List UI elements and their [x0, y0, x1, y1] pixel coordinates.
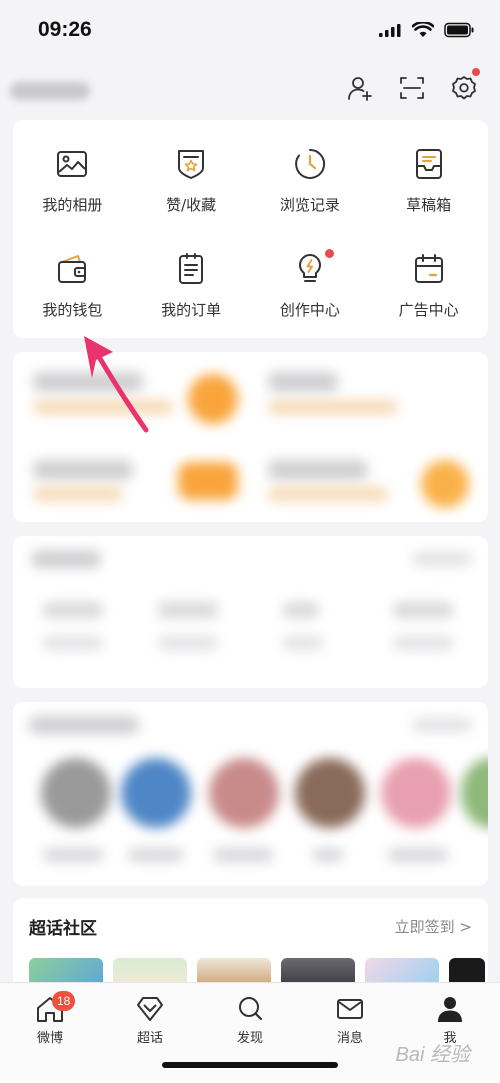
- grid-item-wallet[interactable]: 我的钱包: [13, 227, 132, 332]
- username-blurred: [10, 82, 90, 100]
- creator-icon: [298, 254, 321, 282]
- settings-button[interactable]: [450, 68, 480, 102]
- blurred-card-3: [13, 702, 488, 886]
- orders-icon: [179, 253, 204, 284]
- creator-notification-dot: [324, 249, 334, 258]
- signal-icon: [379, 24, 401, 37]
- tab-discover[interactable]: 发现: [220, 995, 280, 1046]
- settings-notification-dot: [472, 68, 480, 76]
- grid-item-label: 浏览记录: [279, 196, 340, 214]
- grid-item-label: 我的相册: [42, 196, 103, 214]
- photo-icon: [57, 151, 88, 177]
- mail-icon: [337, 999, 363, 1019]
- check-in-link[interactable]: 立即签到 >: [395, 916, 472, 937]
- tab-label: 发现: [236, 1031, 263, 1046]
- add-user-icon: [348, 77, 372, 101]
- profile-icon: [438, 997, 462, 1022]
- scan-icon: [400, 77, 424, 99]
- wallet-icon: [58, 255, 87, 283]
- diamond-icon: [137, 997, 163, 1021]
- ad-center-icon: [414, 254, 443, 283]
- status-time: 09:26: [38, 18, 92, 41]
- grid-item-album[interactable]: 我的相册: [13, 122, 132, 227]
- tab-weibo[interactable]: 18 微博: [20, 991, 80, 1046]
- watermark: Bai 经验: [395, 1044, 470, 1066]
- blurred-card-1: [13, 352, 488, 522]
- history-icon: [295, 148, 325, 179]
- topic-community-title: 超话社区: [29, 919, 97, 939]
- topic-community-card: 超话社区 立即签到 >: [13, 898, 488, 988]
- grid-item-creator[interactable]: 创作中心: [251, 227, 370, 332]
- top-actions: [346, 68, 480, 102]
- scan-button[interactable]: [398, 74, 426, 102]
- tab-messages[interactable]: 消息: [320, 995, 380, 1046]
- grid-item-label: 赞/收藏: [166, 196, 217, 214]
- wifi-icon: [412, 22, 434, 37]
- tab-label: 消息: [336, 1031, 363, 1046]
- grid-item-label: 草稿箱: [406, 196, 452, 214]
- home-indicator: [162, 1062, 338, 1068]
- grid-item-ad-center[interactable]: 广告中心: [369, 227, 488, 332]
- grid-item-favorites[interactable]: 赞/收藏: [132, 122, 251, 227]
- favorites-icon: [178, 150, 205, 179]
- blurred-card-2: [13, 536, 488, 688]
- gear-icon: [452, 76, 476, 100]
- grid-item-orders[interactable]: 我的订单: [132, 227, 251, 332]
- grid-item-label: 我的订单: [161, 301, 222, 319]
- tab-super-topic[interactable]: 超话: [120, 995, 180, 1046]
- add-friend-button[interactable]: [346, 74, 374, 102]
- grid-item-label: 我的钱包: [42, 301, 103, 319]
- tab-label: 微博: [36, 1031, 63, 1046]
- tab-label: 超话: [136, 1031, 163, 1046]
- grid-item-label: 广告中心: [398, 301, 459, 319]
- shortcut-grid-card: 我的相册 赞/收藏 浏览记录 草稿箱 我的钱包 我的订单 创作中心 广告中心: [13, 120, 488, 338]
- battery-icon: [444, 22, 474, 38]
- grid-item-label: 创作中心: [279, 301, 340, 319]
- unread-badge: 18: [52, 991, 76, 1011]
- grid-item-history[interactable]: 浏览记录: [251, 122, 370, 227]
- grid-item-drafts[interactable]: 草稿箱: [369, 122, 488, 227]
- status-bar: 09:26: [0, 0, 500, 60]
- search-icon: [239, 997, 263, 1021]
- drafts-icon: [415, 149, 442, 179]
